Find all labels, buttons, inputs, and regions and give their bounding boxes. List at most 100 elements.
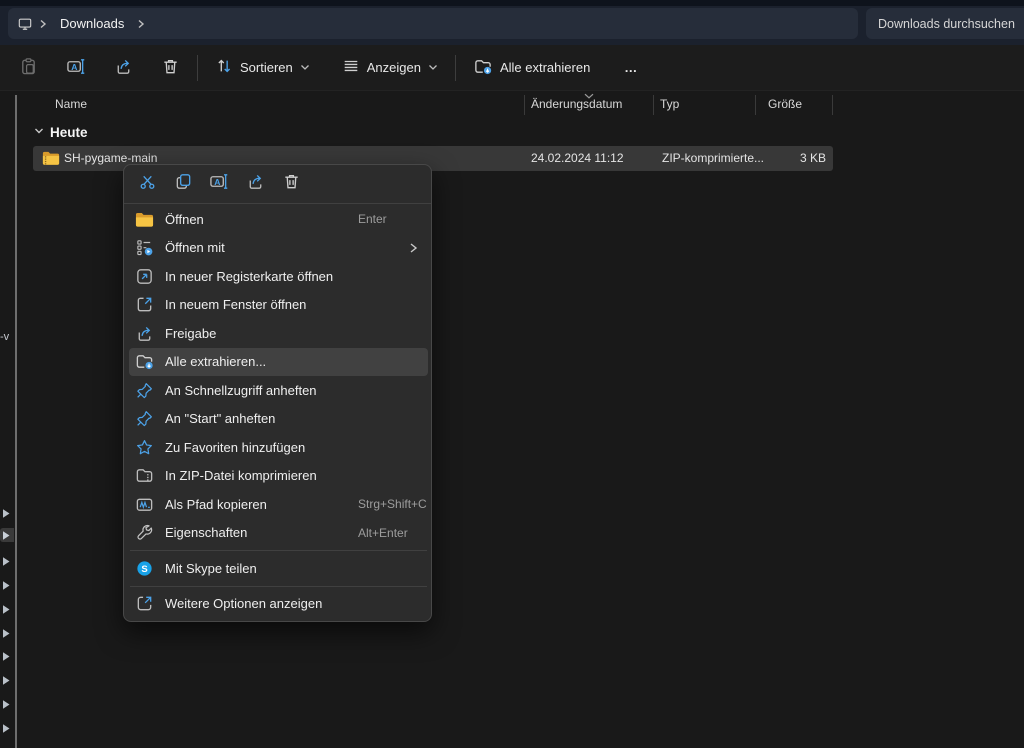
column-header-size[interactable]: Größe: [768, 97, 802, 111]
rename-icon: A: [209, 172, 229, 196]
delete-icon: [282, 172, 301, 196]
extract-all-icon: [473, 57, 493, 79]
cut-icon: [138, 172, 157, 196]
address-row: Downloads Downloads durchsuchen: [0, 6, 1024, 45]
delete-button[interactable]: [152, 51, 189, 85]
context-menu: A Öffnen Enter Öffnen mit In neuer Regis…: [123, 164, 432, 622]
share-icon: [135, 324, 154, 343]
copy-icon: [174, 172, 193, 196]
svg-text:S: S: [141, 564, 147, 575]
tree-expand-chevron-icon[interactable]: [2, 649, 14, 663]
open-new-tab-icon: [135, 267, 154, 286]
file-modified-date: 24.02.2024 11:12: [531, 151, 624, 165]
tree-expand-chevron-icon[interactable]: [2, 602, 14, 616]
share-button[interactable]: [105, 51, 142, 85]
see-more-button[interactable]: …: [615, 51, 647, 85]
toolbar-separator: [455, 55, 456, 81]
group-header-heute[interactable]: Heute: [33, 122, 88, 142]
column-header-name[interactable]: Name: [55, 97, 87, 111]
breadcrumb-item-downloads[interactable]: Downloads: [54, 14, 130, 33]
view-icon: [342, 57, 360, 78]
breadcrumb-chevron-icon[interactable]: [134, 17, 148, 31]
menu-item-eigenschaften[interactable]: Eigenschaften Alt+Enter: [129, 519, 428, 548]
star-icon: [135, 438, 154, 457]
menu-item-oeffnen[interactable]: Öffnen Enter: [129, 205, 428, 234]
copy-path-icon: [135, 495, 154, 514]
more-ellipsis-icon: …: [624, 60, 638, 75]
search-input[interactable]: Downloads durchsuchen: [866, 8, 1024, 39]
rename-icon: A: [66, 57, 86, 79]
menu-item-schnellzugriff-anheften[interactable]: An Schnellzugriff anheften: [129, 376, 428, 405]
sort-icon: [215, 57, 233, 78]
shortcut-label: Enter: [358, 212, 387, 226]
extract-all-label: Alle extrahieren: [500, 60, 590, 75]
menu-separator: [130, 550, 427, 551]
toolbar-separator: [197, 55, 198, 81]
tree-expand-chevron-icon[interactable]: [2, 721, 14, 735]
column-header-type[interactable]: Typ: [660, 97, 679, 111]
open-new-window-icon: [135, 295, 154, 314]
menu-item-neue-registerkarte[interactable]: In neuer Registerkarte öffnen: [129, 262, 428, 291]
menu-item-neues-fenster[interactable]: In neuem Fenster öffnen: [129, 291, 428, 320]
shortcut-label: Alt+Enter: [358, 526, 408, 540]
view-label: Anzeigen: [367, 60, 421, 75]
menu-item-freigabe[interactable]: Freigabe: [129, 319, 428, 348]
quick-actions-row: A: [124, 165, 431, 204]
column-header-modified[interactable]: Änderungsdatum: [531, 97, 622, 111]
menu-item-alle-extrahieren[interactable]: Alle extrahieren...: [129, 348, 428, 377]
rename-button[interactable]: A: [57, 51, 95, 85]
group-collapse-chevron-icon[interactable]: [33, 125, 45, 140]
zip-compress-icon: [135, 466, 154, 485]
menu-item-weitere-optionen[interactable]: Weitere Optionen anzeigen: [129, 590, 428, 619]
rename-button[interactable]: A: [204, 169, 234, 199]
share-icon: [246, 172, 265, 196]
menu-item-als-pfad-kopieren[interactable]: Als Pfad kopieren Strg+Shift+C: [129, 490, 428, 519]
sort-button[interactable]: Sortieren: [206, 51, 319, 85]
menu-item-start-anheften[interactable]: An "Start" anheften: [129, 405, 428, 434]
share-icon: [114, 57, 133, 79]
share-button[interactable]: [240, 169, 270, 199]
properties-wrench-icon: [135, 523, 154, 542]
view-button[interactable]: Anzeigen: [333, 51, 447, 85]
pin-icon: [135, 381, 154, 400]
copy-button[interactable]: [168, 169, 198, 199]
tree-expand-chevron-icon[interactable]: [2, 697, 14, 711]
cut-button[interactable]: [132, 169, 162, 199]
pin-icon: [135, 409, 154, 428]
zip-folder-icon: [42, 150, 60, 171]
search-placeholder: Downloads durchsuchen: [878, 17, 1015, 31]
extract-all-button[interactable]: Alle extrahieren: [464, 51, 599, 85]
file-name: SH-pygame-main: [64, 151, 157, 165]
tree-expand-chevron-icon[interactable]: [2, 554, 14, 568]
column-divider[interactable]: [755, 95, 756, 115]
file-size: 3 KB: [800, 151, 826, 165]
navigation-pane-sliver: -v: [0, 91, 15, 748]
menu-item-favoriten-hinzufuegen[interactable]: Zu Favoriten hinzufügen: [129, 433, 428, 462]
paste-button[interactable]: [10, 51, 47, 85]
column-header-row: Name Änderungsdatum Typ Größe: [33, 95, 1024, 116]
column-divider[interactable]: [524, 95, 525, 115]
this-pc-monitor-icon[interactable]: [18, 17, 32, 31]
delete-button[interactable]: [276, 169, 306, 199]
shortcut-label: Strg+Shift+C: [358, 497, 427, 511]
sort-label: Sortieren: [240, 60, 293, 75]
skype-icon: S: [135, 559, 154, 578]
menu-item-oeffnen-mit[interactable]: Öffnen mit: [129, 234, 428, 263]
command-toolbar: A Sortieren Anzeigen Alle extrahieren …: [0, 45, 1024, 91]
breadcrumb-chevron-icon[interactable]: [36, 17, 50, 31]
svg-text:A: A: [214, 177, 220, 187]
column-divider[interactable]: [653, 95, 654, 115]
tree-expand-chevron-icon[interactable]: [2, 626, 14, 640]
sort-descending-caret-icon: [583, 87, 595, 105]
menu-item-zip-komprimieren[interactable]: In ZIP-Datei komprimieren: [129, 462, 428, 491]
menu-item-mit-skype-teilen[interactable]: S Mit Skype teilen: [129, 554, 428, 583]
address-bar[interactable]: Downloads: [8, 8, 858, 39]
pane-splitter[interactable]: [15, 95, 17, 748]
tree-expand-chevron-icon[interactable]: [2, 506, 14, 520]
column-divider[interactable]: [832, 95, 833, 115]
tree-expand-chevron-icon[interactable]: [2, 578, 14, 592]
svg-text:A: A: [71, 61, 77, 71]
tree-expand-chevron-icon[interactable]: [0, 528, 14, 542]
tree-expand-chevron-icon[interactable]: [2, 673, 14, 687]
extract-all-icon: [135, 352, 154, 371]
